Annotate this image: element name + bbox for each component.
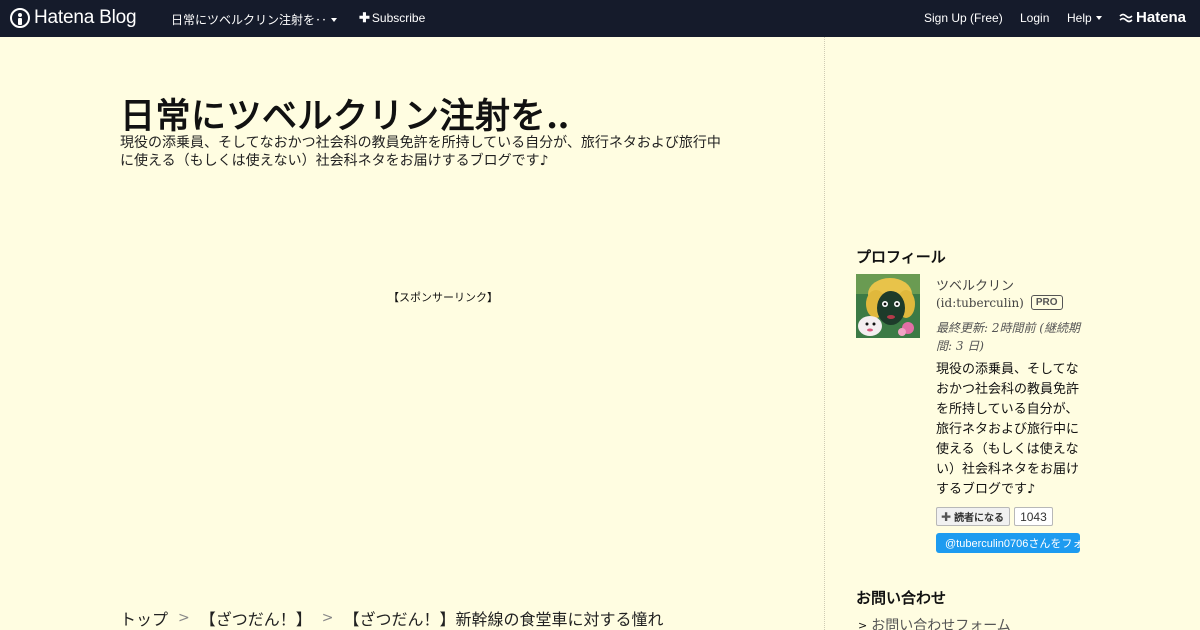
hatena-wave-icon [1119, 13, 1133, 22]
breadcrumb-current: 【ざつだん！】新幹線の食堂車に対する憧れ [343, 610, 664, 629]
chevron-right-icon: > [858, 618, 868, 630]
logo-text: Hatena Blog [34, 7, 137, 28]
profile-name[interactable]: ツベルクリン [936, 275, 1014, 294]
login-link[interactable]: Login [1020, 11, 1049, 25]
breadcrumb: トップ > 【ざつだん！】 > 【ざつだん！】新幹線の食堂車に対する憧れ [120, 606, 664, 630]
reader-row: ✚ 読者になる 1043 [936, 507, 1053, 526]
breadcrumb-top[interactable]: トップ [120, 606, 168, 630]
global-header: Hatena Blog 日常にツベルクリン注射を‥ ✚ Subscribe Si… [0, 0, 1200, 37]
help-label: Help [1067, 11, 1092, 25]
subscribe-button[interactable]: ✚ Subscribe [359, 11, 425, 25]
contact-form-link[interactable]: > お問い合わせフォーム [858, 615, 1011, 630]
hatena-logo[interactable]: Hatena [1119, 9, 1186, 26]
profile-heading: プロフィール [856, 248, 946, 266]
avatar-image [856, 274, 920, 338]
signup-link[interactable]: Sign Up (Free) [924, 11, 1003, 25]
hatena-logo-text: Hatena [1136, 9, 1187, 26]
chevron-down-icon [331, 17, 338, 22]
plus-icon: ✚ [359, 10, 370, 25]
twitter-follow-button[interactable]: @tuberculin0706さんをフォロー [936, 533, 1080, 553]
last-updated: 最終更新: 2時間前 (継続期間: 3 日) [936, 321, 1080, 353]
contact-form-label: お問い合わせフォーム [871, 618, 1011, 630]
sponsor-label: 【スポンサーリンク】 [388, 291, 498, 304]
plus-icon: ✚ [941, 509, 952, 524]
blog-description: 現役の添乗員、そしてなおかつ社会科の教員免許を所持している自分が、旅行ネタおよび… [120, 135, 721, 169]
reader-button-label: 読者になる [954, 513, 1005, 524]
hatena-blog-logo[interactable]: Hatena Blog [10, 7, 137, 29]
breadcrumb-separator: > [321, 610, 334, 626]
blog-selector-dropdown[interactable]: 日常にツベルクリン注射を‥ [171, 11, 338, 28]
help-dropdown[interactable]: Help [1067, 11, 1102, 25]
breadcrumb-separator: > [178, 610, 190, 626]
column-divider [824, 37, 825, 630]
blog-selector-label: 日常にツベルクリン注射を‥ [171, 13, 328, 27]
contact-heading: お問い合わせ [856, 589, 947, 607]
twitter-follow-label: @tuberculin0706さんをフォロー [945, 538, 1080, 550]
profile-id-row: (id:tuberculin) PRO [936, 295, 1063, 310]
avatar[interactable] [856, 274, 920, 338]
breadcrumb-category[interactable]: 【ざつだん！】 [200, 606, 312, 630]
subscribe-reader-button[interactable]: ✚ 読者になる [936, 507, 1011, 526]
blog-title[interactable]: 日常にツベルクリン注射を‥ [120, 88, 570, 139]
pro-badge[interactable]: PRO [1030, 295, 1063, 310]
chevron-down-icon [1095, 16, 1102, 20]
profile-description: 現役の添乗員、そしてなおかつ社会科の教員免許を所持している自分が、旅行ネタおよび… [936, 362, 1080, 497]
subscribe-label: Subscribe [371, 11, 426, 25]
reader-count[interactable]: 1043 [1014, 507, 1053, 526]
hatena-blog-icon [10, 8, 30, 28]
profile-id[interactable]: (id:tuberculin) [936, 296, 1024, 310]
